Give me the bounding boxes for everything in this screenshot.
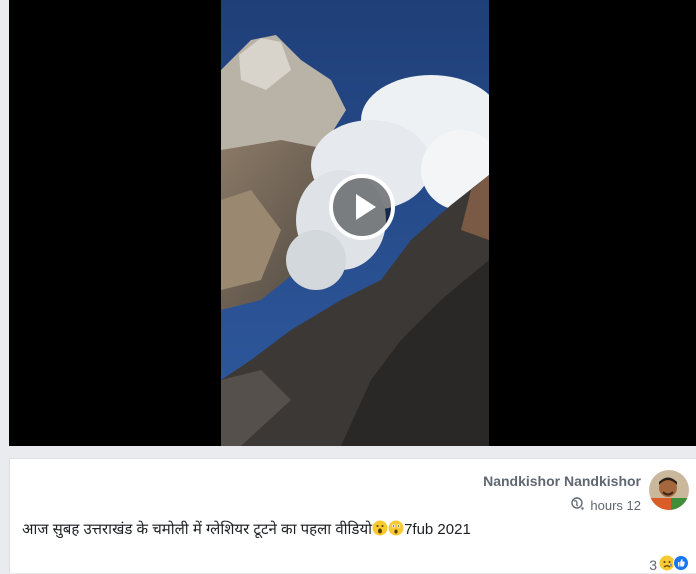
play-button[interactable] (329, 174, 395, 240)
surprised-face-icon (372, 520, 388, 536)
post-card: Nandkishor Nandkishor hours 12 आज सुबह उ… (9, 458, 696, 573)
avatar[interactable] (649, 470, 689, 510)
globe-icon[interactable] (571, 497, 585, 514)
author-name[interactable]: Nandkishor Nandkishor (483, 473, 641, 489)
post-text-date: 7fub 2021 (404, 521, 471, 538)
post-text: आज सुबह उत्तराखंड के चमोली में ग्लेशियर … (22, 519, 471, 539)
video-player[interactable] (9, 0, 696, 446)
post-text-main: आज सुबह उत्तराखंड के चमोली में ग्लेशियर … (22, 521, 373, 538)
like-reaction-icon (673, 555, 689, 574)
reaction-summary[interactable]: 3 (649, 555, 689, 574)
astonished-face-icon (388, 520, 404, 536)
play-icon (356, 194, 376, 220)
reaction-count[interactable]: 3 (649, 557, 657, 573)
post-timestamp[interactable]: hours 12 (590, 498, 641, 513)
post-meta: hours 12 (571, 497, 641, 514)
